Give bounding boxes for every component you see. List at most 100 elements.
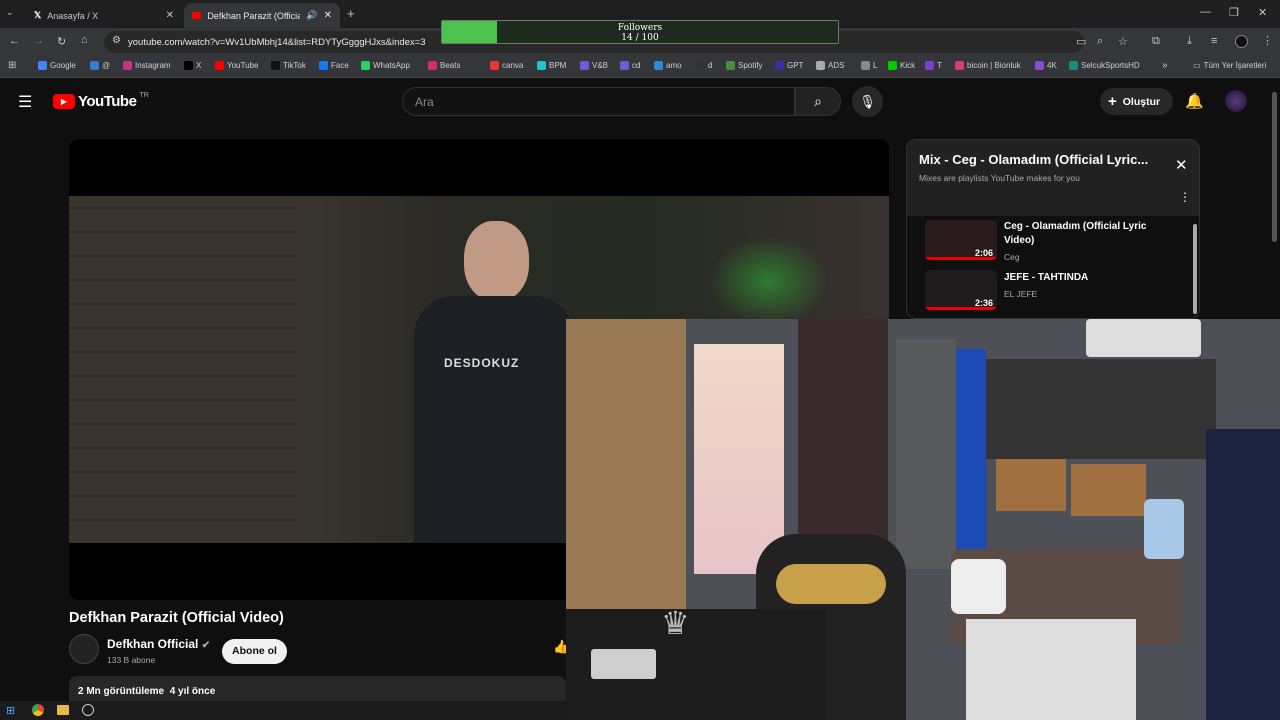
bookmark-item[interactable]: d	[696, 61, 712, 70]
bookmark-item[interactable]: Face	[319, 61, 349, 70]
cast-icon[interactable]: ▭	[1076, 35, 1086, 48]
search-input[interactable]: Ara	[402, 87, 795, 116]
logo-text: YouTube	[78, 93, 137, 110]
bookmark-item[interactable]: X	[184, 61, 201, 70]
bookmark-label: Face	[331, 61, 349, 70]
close-icon[interactable]: ✕	[324, 10, 332, 21]
bookmarks-bar: ⊞ Google @ Instagram X YouTube TikTok Face What…	[0, 56, 1280, 78]
voice-search-button[interactable]: 🎙	[852, 86, 883, 117]
bookmark-item[interactable]: 4K	[1035, 61, 1057, 70]
zoom-icon[interactable]: ⌕	[1097, 35, 1103, 48]
speaker-icon[interactable]: 🔊	[306, 10, 317, 21]
bookmark-favicon-icon	[620, 61, 629, 70]
minimize-icon[interactable]: —	[1200, 6, 1211, 18]
bookmark-favicon-icon	[361, 61, 370, 70]
mix-item-title: Ceg - Olamadım (Official Lyric Video)	[1004, 221, 1147, 246]
more-options-icon[interactable]: ⋮	[1179, 190, 1191, 204]
bookmark-favicon-icon	[428, 61, 437, 70]
app-icon[interactable]	[82, 704, 94, 716]
back-icon[interactable]: ←	[9, 35, 20, 47]
create-label: Oluştur	[1122, 95, 1161, 108]
channel-avatar[interactable]	[69, 634, 99, 664]
tab-search-icon[interactable]: ⌄	[6, 7, 14, 18]
bookmark-item[interactable]: GPT	[775, 61, 803, 70]
site-info-icon[interactable]: ⚙	[112, 35, 121, 46]
close-icon[interactable]: ✕	[166, 10, 174, 21]
subscribe-button[interactable]: Abone ol	[222, 639, 287, 664]
youtube-logo[interactable]: ▶ YouTube TR	[53, 92, 149, 110]
bookmark-item[interactable]: @	[90, 61, 110, 70]
extensions-icon[interactable]: ⧉	[1152, 35, 1160, 48]
page-scrollbar[interactable]	[1272, 92, 1277, 242]
bookmark-item[interactable]: bicoin | Bionluk	[955, 61, 1021, 70]
bookmark-favicon-icon	[215, 61, 224, 70]
channel-name-row[interactable]: Defkhan Official ✔	[107, 637, 210, 651]
bookmark-favicon-icon	[696, 61, 705, 70]
crown-icon: ♛	[661, 605, 690, 641]
create-button[interactable]: + Oluştur	[1100, 88, 1173, 115]
forward-icon[interactable]: →	[33, 35, 44, 47]
reload-icon[interactable]: ↻	[57, 35, 66, 48]
bookmark-item[interactable]: TikTok	[271, 61, 306, 70]
reading-list-icon[interactable]: ≡	[1211, 35, 1217, 47]
bookmark-favicon-icon	[38, 61, 47, 70]
hamburger-menu-icon[interactable]: ☰	[18, 92, 32, 112]
window-close-icon[interactable]: ✕	[1258, 6, 1267, 19]
more-bookmarks-icon[interactable]: »	[1162, 60, 1168, 71]
folder-icon: ▭	[1193, 61, 1201, 70]
bookmark-item[interactable]: Kick	[888, 61, 915, 70]
bookmark-item[interactable]: BPM	[537, 61, 566, 70]
tab-twitter[interactable]: 𝕏 Anasayfa / X ✕	[26, 3, 182, 28]
bookmark-item[interactable]: L	[861, 61, 877, 70]
bookmark-favicon-icon	[580, 61, 589, 70]
bookmark-label: Spotify	[738, 61, 763, 70]
brick-wall	[69, 196, 299, 543]
all-bookmarks-folder[interactable]: ▭ Tüm Yer İşaretleri	[1193, 61, 1266, 70]
bookmark-item[interactable]: Google	[38, 61, 76, 70]
windows-start-icon[interactable]: ⊞	[6, 704, 15, 717]
bookmark-item[interactable]: Beats	[428, 61, 460, 70]
bookmark-item[interactable]: WhatsApp	[361, 61, 410, 70]
profile-avatar[interactable]	[1235, 35, 1248, 48]
followers-goal-overlay: Followers 14 / 100	[441, 20, 839, 44]
apps-grid-icon[interactable]: ⊞	[8, 60, 16, 71]
menu-icon[interactable]: ⋮	[1262, 34, 1273, 47]
search-button[interactable]: ⌕	[795, 87, 841, 116]
tab-youtube[interactable]: Defkhan Parazit (Official Vi 🔊 ✕	[184, 3, 340, 28]
mix-item[interactable]: 2:06 Ceg - Olamadım (Official Lyric Vide…	[925, 220, 1195, 264]
bookmark-item[interactable]: canva	[490, 61, 523, 70]
watch-progress	[925, 307, 997, 310]
mix-scrollbar[interactable]	[1193, 224, 1197, 314]
bookmark-item[interactable]: YouTube	[215, 61, 258, 70]
chrome-icon[interactable]	[32, 704, 44, 716]
new-tab-icon[interactable]: +	[347, 6, 355, 21]
grey-panel	[896, 339, 956, 569]
bookmark-star-icon[interactable]: ☆	[1118, 35, 1128, 48]
video-title: Defkhan Parazit (Official Video)	[69, 610, 284, 626]
bookmark-item[interactable]: amo	[654, 61, 682, 70]
download-icon[interactable]: ⤓	[1187, 35, 1192, 48]
mix-subtitle: Mixes are playlists YouTube makes for yo…	[919, 173, 1080, 183]
bookmark-item[interactable]: ADS	[816, 61, 844, 70]
maximize-icon[interactable]: ❐	[1229, 6, 1239, 19]
bookmark-label: YouTube	[227, 61, 259, 70]
mix-item[interactable]: 2:36 JEFE - TAHTINDA EL JEFE	[925, 270, 1195, 314]
home-icon[interactable]: ⌂	[81, 34, 88, 46]
youtube-icon	[192, 12, 202, 19]
bookmark-item[interactable]: SelcukSportsHD	[1069, 61, 1140, 70]
bookmark-favicon-icon	[271, 61, 280, 70]
bookmark-item[interactable]: V&B	[580, 61, 608, 70]
view-count: 2 Mn görüntüleme	[78, 686, 165, 697]
bookmark-label: 4K	[1047, 61, 1057, 70]
bookmark-item[interactable]: Instagram	[123, 61, 171, 70]
notifications-bell-icon[interactable]: 🔔	[1185, 92, 1204, 110]
file-explorer-icon[interactable]	[57, 705, 69, 715]
bookmark-item[interactable]: Spotify	[726, 61, 762, 70]
bookmark-favicon-icon	[955, 61, 964, 70]
bookmark-item[interactable]: cd	[620, 61, 640, 70]
account-avatar[interactable]	[1225, 90, 1247, 112]
bookmark-label: Kick	[900, 61, 916, 70]
bookmark-item[interactable]: T	[925, 61, 942, 70]
bookmark-favicon-icon	[1035, 61, 1044, 70]
close-icon[interactable]: ✕	[1175, 156, 1188, 174]
